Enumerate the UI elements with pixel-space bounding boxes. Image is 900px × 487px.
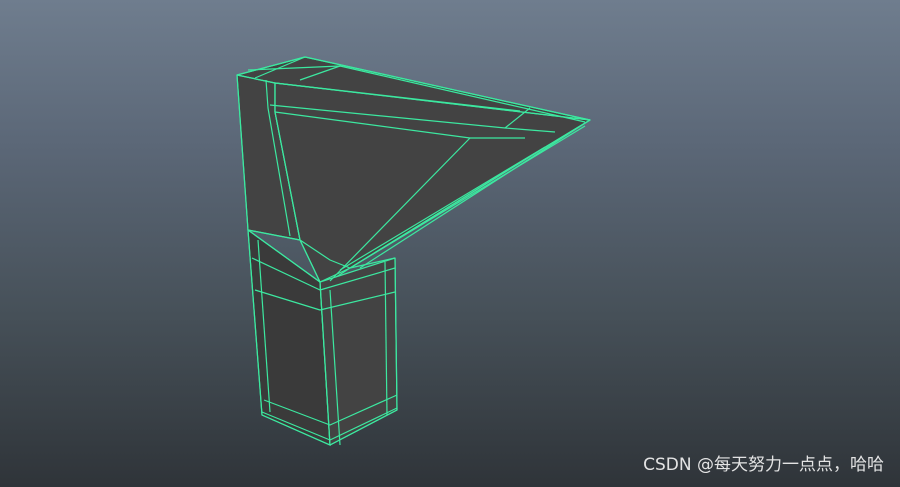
scene-canvas[interactable] xyxy=(0,0,900,487)
polygon-model[interactable] xyxy=(236,56,591,446)
3d-viewport[interactable]: CSDN @每天努力一点点，哈哈 xyxy=(0,0,900,487)
watermark-text: CSDN @每天努力一点点，哈哈 xyxy=(643,455,884,475)
